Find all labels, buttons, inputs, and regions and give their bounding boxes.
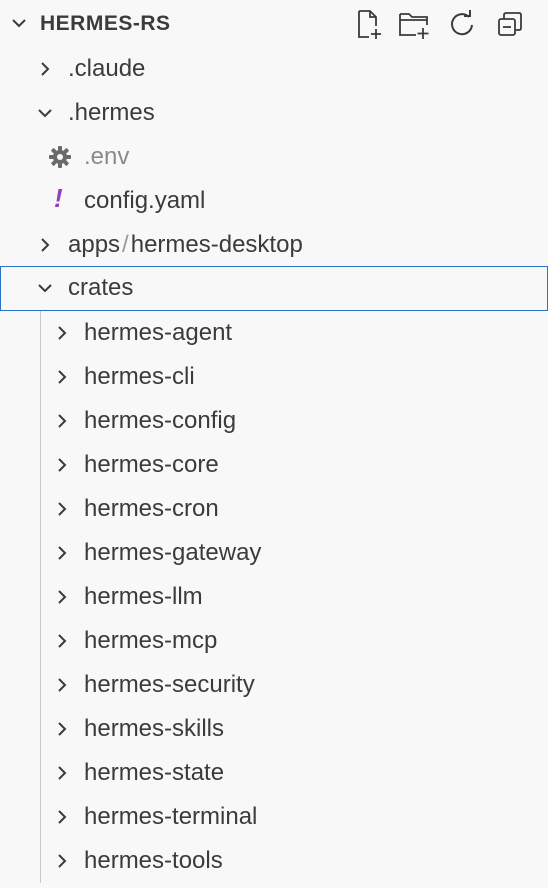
tree-item-label: hermes-skills — [84, 715, 225, 742]
chevron-right-icon — [53, 852, 71, 875]
explorer-actions — [344, 8, 534, 40]
tree-item-label: config.yaml — [84, 187, 206, 214]
tree-item-label: crates — [68, 274, 134, 301]
tree-item-label: hermes-core — [84, 451, 219, 478]
chevron-right-icon — [53, 808, 71, 831]
tree-item-hermes-llm[interactable]: hermes-llm — [0, 575, 548, 619]
compact-folder-hermes-desktop[interactable]: hermes-desktop — [131, 231, 303, 258]
chevron-right-icon — [53, 632, 71, 655]
tree-item-hermes-cli[interactable]: hermes-cli — [0, 355, 548, 399]
chevron-right-icon — [36, 236, 54, 259]
chevron-down-icon — [36, 104, 54, 127]
tree-item-hermes-config[interactable]: hermes-config — [0, 399, 548, 443]
chevron-right-icon — [53, 588, 71, 611]
tree-item-label: hermes-terminal — [84, 803, 258, 830]
tree-item-hermes-agent[interactable]: hermes-agent — [0, 311, 548, 355]
new-file-icon[interactable] — [344, 8, 392, 40]
tree-item-label: hermes-agent — [84, 319, 233, 346]
chevron-right-icon — [53, 500, 71, 523]
tree-item-hermes-skills[interactable]: hermes-skills — [0, 707, 548, 751]
tree-item-label: hermes-config — [84, 407, 237, 434]
tree-item-label: .env — [84, 143, 130, 170]
tree-item-label: apps/hermes-desktop — [68, 231, 303, 259]
gear-icon — [48, 145, 72, 174]
tree-item-claude[interactable]: .claude — [0, 47, 548, 91]
refresh-icon[interactable] — [438, 8, 486, 40]
chevron-right-icon — [53, 720, 71, 743]
tree-item-apps[interactable]: apps/hermes-desktop — [0, 223, 548, 267]
yaml-file-icon: ! — [54, 183, 63, 213]
chevron-right-icon — [53, 324, 71, 347]
chevron-right-icon — [53, 456, 71, 479]
tree-item-hermes-gateway[interactable]: hermes-gateway — [0, 531, 548, 575]
tree-item-label: hermes-tools — [84, 847, 223, 874]
chevron-down-icon[interactable] — [10, 14, 28, 37]
new-folder-icon[interactable] — [390, 8, 438, 40]
tree-item-label: hermes-gateway — [84, 539, 262, 566]
tree-item-hermes-cron[interactable]: hermes-cron — [0, 487, 548, 531]
tree-item-label: hermes-cli — [84, 363, 195, 390]
tree-item-label: hermes-state — [84, 759, 225, 786]
chevron-right-icon — [53, 412, 71, 435]
path-separator: / — [122, 231, 129, 258]
chevron-right-icon — [53, 764, 71, 787]
explorer-header[interactable]: HERMES-RS — [0, 0, 548, 48]
tree-item-hermes[interactable]: .hermes — [0, 91, 548, 135]
tree-item-hermes-tools[interactable]: hermes-tools — [0, 839, 548, 883]
compact-folder-apps[interactable]: apps — [68, 231, 120, 258]
tree-item-label: hermes-llm — [84, 583, 203, 610]
tree-item-hermes-core[interactable]: hermes-core — [0, 443, 548, 487]
root-folder-title: HERMES-RS — [40, 12, 171, 35]
tree-item-label: hermes-security — [84, 671, 255, 698]
tree-item-hermes-mcp[interactable]: hermes-mcp — [0, 619, 548, 663]
tree-item-label: .hermes — [68, 99, 155, 126]
tree-item-hermes-terminal[interactable]: hermes-terminal — [0, 795, 548, 839]
chevron-right-icon — [53, 676, 71, 699]
tree-item-label: hermes-cron — [84, 495, 219, 522]
tree-item-label: hermes-mcp — [84, 627, 218, 654]
chevron-right-icon — [53, 544, 71, 567]
chevron-right-icon — [36, 60, 54, 83]
tree-item-hermes-security[interactable]: hermes-security — [0, 663, 548, 707]
tree-item-env[interactable]: .env — [0, 135, 548, 179]
tree-item-label: .claude — [68, 55, 146, 82]
tree-item-config-yaml[interactable]: ! config.yaml — [0, 179, 548, 223]
chevron-right-icon — [53, 368, 71, 391]
tree-item-crates[interactable]: crates — [0, 266, 548, 311]
tree-item-hermes-state[interactable]: hermes-state — [0, 751, 548, 795]
chevron-down-icon — [36, 279, 54, 302]
collapse-all-icon[interactable] — [486, 8, 534, 40]
